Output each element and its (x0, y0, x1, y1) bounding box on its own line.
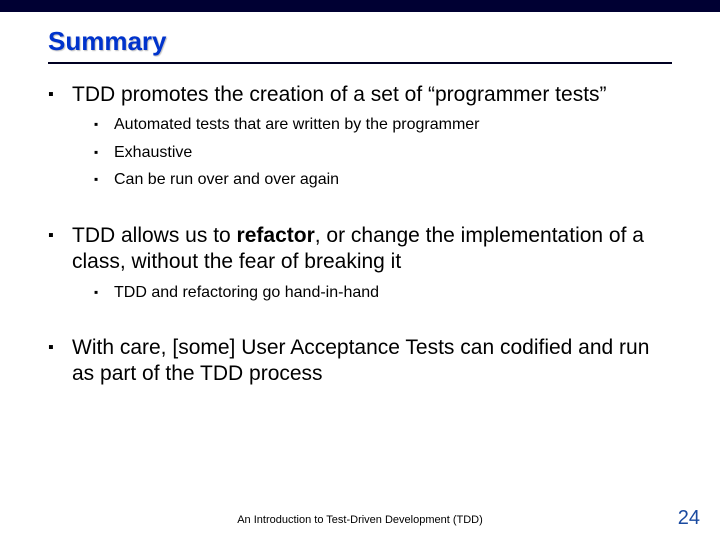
bullet-level2: ▪ Exhaustive (94, 142, 672, 164)
text-bold-fragment: refactor (237, 224, 315, 247)
footer-text: An Introduction to Test-Driven Developme… (0, 514, 720, 526)
bullet-text: TDD allows us to refactor, or change the… (72, 223, 672, 276)
text-fragment: TDD allows us to (72, 224, 237, 247)
square-bullet-icon: ▪ (94, 169, 114, 187)
sub-bullet-group: ▪ Automated tests that are written by th… (94, 114, 672, 191)
square-bullet-icon: ▪ (94, 142, 114, 160)
square-bullet-icon: ▪ (48, 223, 72, 246)
page-number: 24 (678, 507, 700, 530)
square-bullet-icon: ▪ (94, 114, 114, 132)
bullet-text: TDD and refactoring go hand-in-hand (114, 282, 379, 304)
square-bullet-icon: ▪ (48, 335, 72, 358)
square-bullet-icon: ▪ (48, 82, 72, 105)
bullet-level1: ▪ TDD allows us to refactor, or change t… (48, 223, 672, 276)
bullet-text: With care, [some] User Acceptance Tests … (72, 335, 672, 388)
slide-title: Summary (48, 26, 167, 57)
title-underline (48, 62, 672, 64)
bullet-text: Exhaustive (114, 142, 192, 164)
square-bullet-icon: ▪ (94, 282, 114, 300)
bullet-text: Can be run over and over again (114, 169, 339, 191)
bullet-level2: ▪ TDD and refactoring go hand-in-hand (94, 282, 672, 304)
bullet-level1: ▪ TDD promotes the creation of a set of … (48, 82, 672, 108)
sub-bullet-group: ▪ TDD and refactoring go hand-in-hand (94, 282, 672, 304)
bullet-level2: ▪ Automated tests that are written by th… (94, 114, 672, 136)
bullet-level1: ▪ With care, [some] User Acceptance Test… (48, 335, 672, 388)
bullet-text: Automated tests that are written by the … (114, 114, 480, 136)
bullet-level2: ▪ Can be run over and over again (94, 169, 672, 191)
slide-body: ▪ TDD promotes the creation of a set of … (48, 82, 672, 394)
bullet-text: TDD promotes the creation of a set of “p… (72, 82, 672, 108)
slide-top-bar (0, 0, 720, 12)
